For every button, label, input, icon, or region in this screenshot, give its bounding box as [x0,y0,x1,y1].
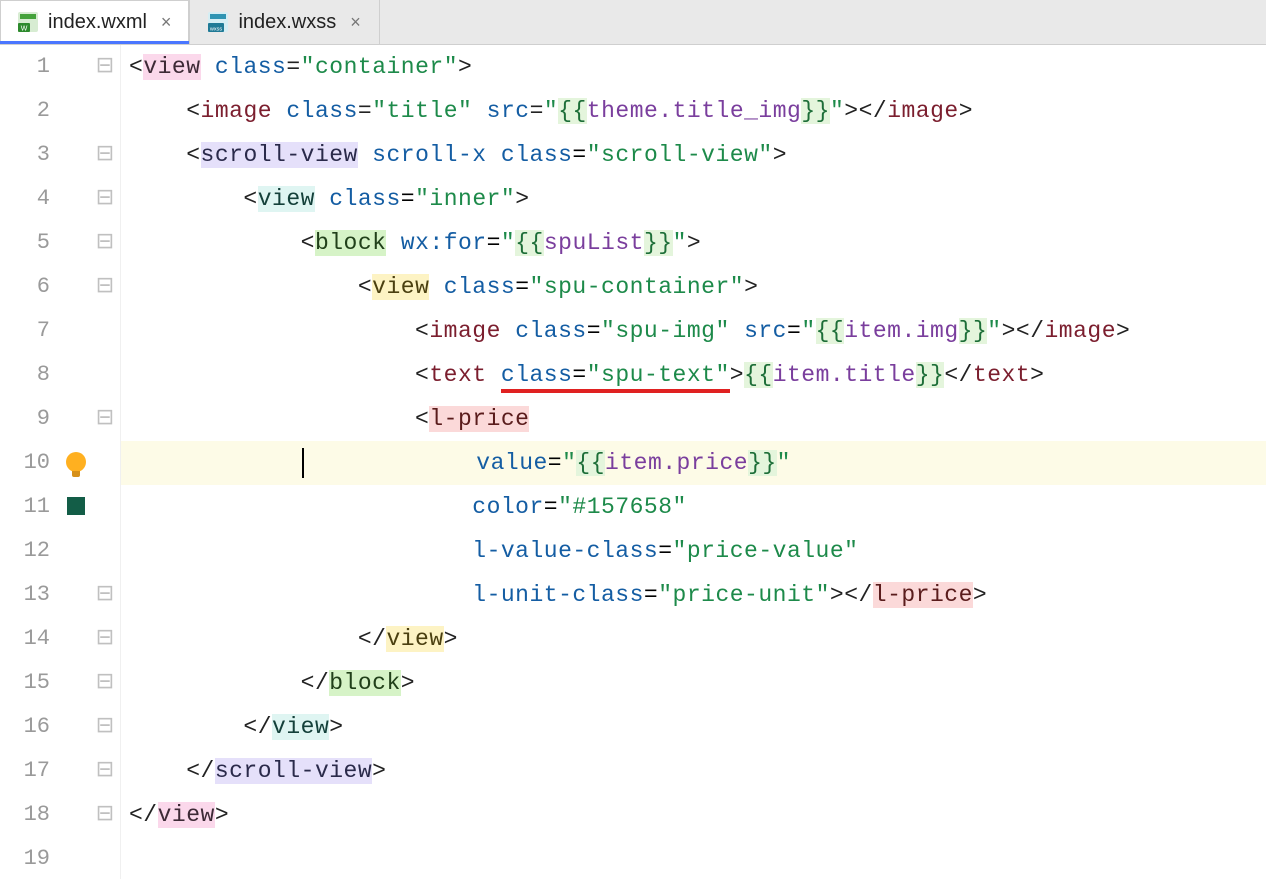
code-line[interactable]: <text class="spu-text">{{item.title}}</t… [121,353,1266,397]
line-number: 9 [0,397,50,441]
gutter: 1 2 3 4 5 6 7 8 9 10 11 12 13 14 15 16 1… [0,45,121,879]
code-line[interactable]: </view> [121,705,1266,749]
code-line[interactable]: <image class="title" src="{{theme.title_… [121,89,1266,133]
close-icon[interactable]: × [161,12,172,33]
line-number: 6 [0,265,50,309]
fold-icon[interactable]: ⊟ [90,617,120,661]
code-line[interactable]: </block> [121,661,1266,705]
code-line[interactable]: </view> [121,617,1266,661]
fold-icon[interactable]: ⊟ [90,133,120,177]
fold-icon[interactable]: ⊟ [90,573,120,617]
fold-icon[interactable]: ⊟ [90,661,120,705]
code-line[interactable]: <view class="container"> [121,45,1266,89]
code-line[interactable]: <l-price [121,397,1266,441]
editor: 1 2 3 4 5 6 7 8 9 10 11 12 13 14 15 16 1… [0,45,1266,879]
fold-icon[interactable]: ⊟ [90,793,120,837]
line-number: 19 [0,837,50,881]
code-line[interactable]: <image class="spu-img" src="{{item.img}}… [121,309,1266,353]
line-number: 14 [0,617,50,661]
line-number: 16 [0,705,50,749]
line-number-column: 1 2 3 4 5 6 7 8 9 10 11 12 13 14 15 16 1… [0,45,62,879]
code-line[interactable]: <view class="inner"> [121,177,1266,221]
line-number: 1 [0,45,50,89]
code-area[interactable]: <view class="container"> <image class="t… [121,45,1266,879]
marker-column [62,45,90,879]
fold-column: ⊟ ⊟ ⊟ ⊟ ⊟ ⊟ ⊟ ⊟ ⊟ ⊟ ⊟ ⊟ [90,45,120,879]
code-line[interactable]: l-value-class="price-value" [121,529,1266,573]
fold-icon[interactable]: ⊟ [90,45,120,89]
code-line[interactable]: <block wx:for="{{spuList}}"> [121,221,1266,265]
file-wxss-icon: wxss [208,12,228,32]
fold-icon[interactable]: ⊟ [90,705,120,749]
tab-bar: W index.wxml × wxss index.wxss × [0,0,1266,45]
code-line[interactable]: value="{{item.price}}" [121,441,1266,485]
line-number: 8 [0,353,50,397]
tab-index-wxss[interactable]: wxss index.wxss × [190,0,379,44]
fold-icon[interactable]: ⊟ [90,265,120,309]
bookmark-icon[interactable] [67,497,85,515]
fold-icon[interactable]: ⊟ [90,177,120,221]
text-caret [302,448,304,478]
code-line[interactable] [121,837,1266,879]
tab-index-wxml[interactable]: W index.wxml × [0,0,190,44]
line-number: 11 [0,485,50,529]
line-number: 4 [0,177,50,221]
code-line[interactable]: color="#157658" [121,485,1266,529]
file-wxml-icon: W [18,12,38,32]
code-line[interactable]: <view class="spu-container"> [121,265,1266,309]
svg-text:W: W [21,26,28,33]
tab-label: index.wxss [238,11,336,34]
close-icon[interactable]: × [350,12,361,33]
svg-text:wxss: wxss [209,27,222,33]
line-number: 18 [0,793,50,837]
code-line[interactable]: </scroll-view> [121,749,1266,793]
line-number: 7 [0,309,50,353]
line-number: 10 [0,441,50,485]
fold-icon[interactable]: ⊟ [90,749,120,793]
line-number: 2 [0,89,50,133]
line-number: 13 [0,573,50,617]
tab-label: index.wxml [48,11,147,34]
fold-icon[interactable]: ⊟ [90,221,120,265]
code-line[interactable]: <scroll-view scroll-x class="scroll-view… [121,133,1266,177]
code-line[interactable]: </view> [121,793,1266,837]
code-line[interactable]: l-unit-class="price-unit"></l-price> [121,573,1266,617]
fold-icon[interactable]: ⊟ [90,397,120,441]
line-number: 3 [0,133,50,177]
line-number: 12 [0,529,50,573]
line-number: 5 [0,221,50,265]
line-number: 15 [0,661,50,705]
lightbulb-icon[interactable] [66,452,86,472]
line-number: 17 [0,749,50,793]
